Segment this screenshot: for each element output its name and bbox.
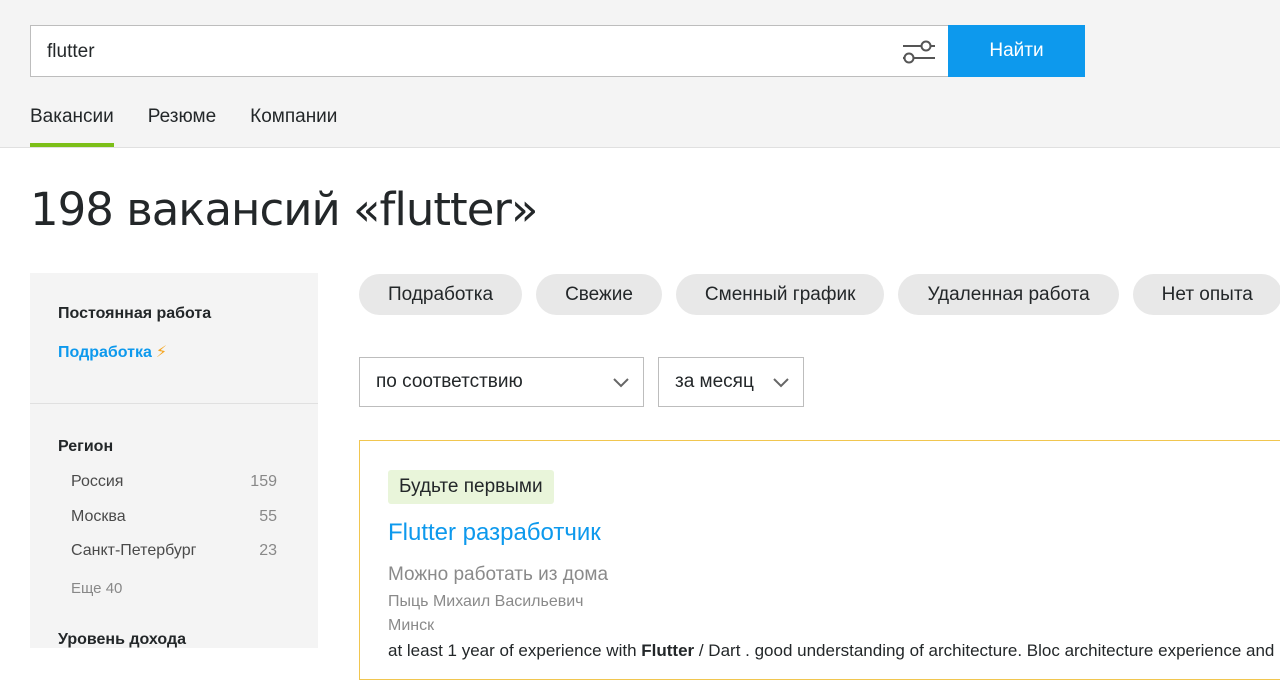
sort-order-select[interactable]: по соответствию xyxy=(359,357,644,407)
region-count: 55 xyxy=(259,508,277,525)
chevron-down-icon xyxy=(773,378,789,388)
top-search-bar: flutter Найти Вакансии Резюме Компании xyxy=(0,0,1280,148)
quick-filter-chips: Подработка Свежие Сменный график Удаленн… xyxy=(359,274,1280,315)
snippet-highlight: Flutter xyxy=(641,641,695,660)
search-button[interactable]: Найти xyxy=(948,25,1085,77)
filter-sliders-icon[interactable] xyxy=(901,38,937,66)
region-more-link[interactable]: Еще 40 xyxy=(71,580,122,597)
tab-vacancies[interactable]: Вакансии xyxy=(30,106,114,147)
region-item-russia[interactable]: Россия 159 xyxy=(71,473,277,491)
part-time-link-label[interactable]: Подработка xyxy=(58,344,152,361)
page-title: 198 вакансий «flutter» xyxy=(30,183,538,236)
vacancy-city: Минск xyxy=(388,617,435,634)
tab-resumes[interactable]: Резюме xyxy=(148,106,216,147)
region-name[interactable]: Москва xyxy=(71,508,126,526)
period-value[interactable]: за месяц xyxy=(675,371,754,393)
be-first-badge: Будьте первыми xyxy=(388,470,554,504)
region-item-moscow[interactable]: Москва 55 xyxy=(71,508,277,526)
region-item-spb[interactable]: Санкт-Петербург 23 xyxy=(71,542,277,560)
snippet-end: / Dart . good understanding of architect… xyxy=(694,641,1275,660)
part-time-link[interactable]: Подработка ⚡ xyxy=(58,342,167,362)
vacancy-title-link[interactable]: Flutter разработчик xyxy=(388,519,601,547)
vacancy-snippet: at least 1 year of experience with Flutt… xyxy=(388,641,1280,661)
sidebar-divider xyxy=(30,403,318,404)
chip-shift-schedule[interactable]: Сменный график xyxy=(675,274,885,315)
region-count: 159 xyxy=(250,473,277,490)
sort-order-value[interactable]: по соответствию xyxy=(376,371,523,393)
vacancy-card[interactable]: Будьте первыми Flutter разработчик Можно… xyxy=(359,440,1280,680)
region-name[interactable]: Россия xyxy=(71,473,123,491)
lightning-icon: ⚡ xyxy=(155,344,168,361)
chevron-down-icon xyxy=(613,378,629,388)
search-tabs: Вакансии Резюме Компании xyxy=(30,106,371,147)
search-input[interactable]: flutter xyxy=(30,25,948,77)
chip-part-time[interactable]: Подработка xyxy=(359,274,523,315)
region-heading: Регион xyxy=(58,438,114,455)
chip-remote[interactable]: Удаленная работа xyxy=(898,274,1119,315)
chip-no-experience[interactable]: Нет опыта xyxy=(1132,274,1280,315)
region-count: 23 xyxy=(259,542,277,559)
company-name[interactable]: Пыць Михаил Васильевич xyxy=(388,593,584,611)
remote-work-label: Можно работать из дома xyxy=(388,564,609,585)
income-heading: Уровень дохода xyxy=(58,631,187,648)
chip-fresh[interactable]: Свежие xyxy=(536,274,662,315)
search-query[interactable]: flutter xyxy=(47,41,95,63)
filters-sidebar: Постоянная работа Подработка ⚡ Регион Рос… xyxy=(30,273,318,648)
region-name[interactable]: Санкт-Петербург xyxy=(71,542,196,560)
tab-companies[interactable]: Компании xyxy=(250,106,337,147)
snippet-start: at least 1 year of experience with xyxy=(388,641,642,660)
period-select[interactable]: за месяц xyxy=(658,357,804,407)
employment-heading: Постоянная работа xyxy=(58,305,212,322)
